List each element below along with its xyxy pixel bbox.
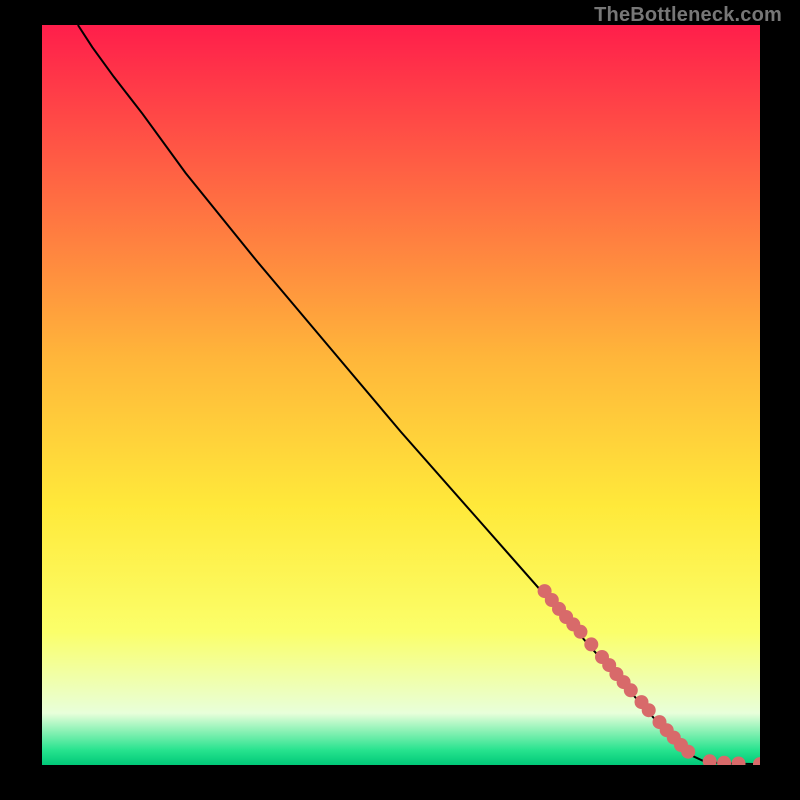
plot-area xyxy=(42,25,760,765)
chart-stage: TheBottleneck.com xyxy=(0,0,800,800)
data-point xyxy=(642,703,656,717)
watermark-label: TheBottleneck.com xyxy=(594,4,782,27)
data-point xyxy=(681,745,695,759)
data-point xyxy=(574,625,588,639)
chart-svg xyxy=(42,25,760,765)
gradient-background xyxy=(42,25,760,765)
data-point xyxy=(624,683,638,697)
data-point xyxy=(584,637,598,651)
